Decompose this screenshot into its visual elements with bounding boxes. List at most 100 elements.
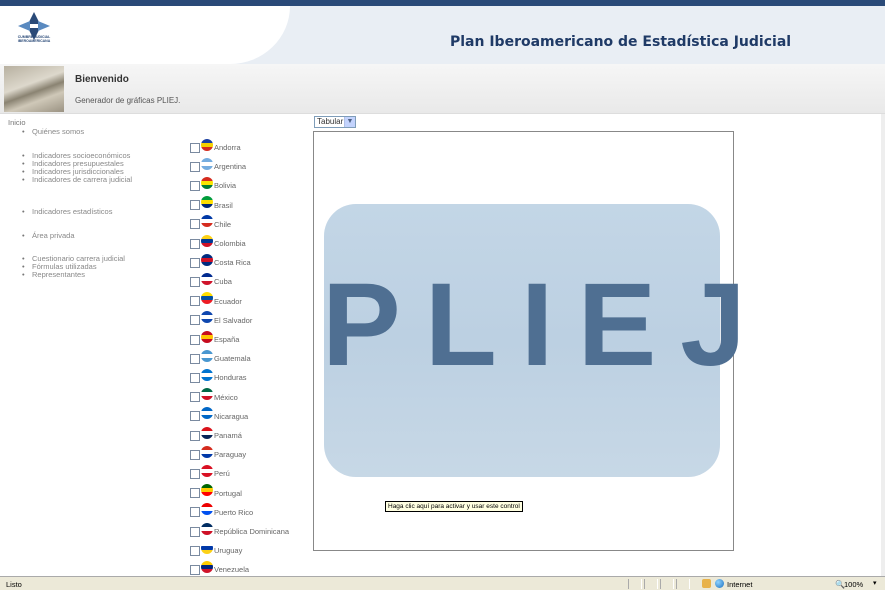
country-name: Paraguay: [214, 450, 247, 460]
flag-icon: [201, 560, 213, 573]
country-checkbox[interactable]: [190, 372, 200, 383]
country-option[interactable]: Cuba: [190, 272, 232, 287]
nav-item[interactable]: Quiénes somos: [22, 128, 84, 137]
country-option[interactable]: República Dominicana: [190, 522, 289, 537]
country-checkbox[interactable]: [190, 488, 200, 499]
country-name: Nicaragua: [214, 411, 249, 421]
nav-item[interactable]: Representantes: [22, 271, 125, 280]
flag-icon: [201, 541, 213, 554]
country-checkbox[interactable]: [190, 564, 200, 575]
country-option[interactable]: Chile: [190, 215, 231, 230]
country-option[interactable]: Costa Rica: [190, 253, 251, 268]
chevron-down-icon[interactable]: ▼: [344, 117, 355, 127]
breadcrumb-home[interactable]: Inicio: [8, 118, 26, 127]
country-option[interactable]: Honduras: [190, 368, 247, 383]
country-option[interactable]: El Salvador: [190, 311, 252, 326]
nav-item[interactable]: Indicadores de carrera judicial: [22, 176, 132, 185]
country-option[interactable]: Nicaragua: [190, 407, 248, 422]
country-option[interactable]: Portugal: [190, 484, 242, 499]
welcome-band: [0, 64, 885, 114]
nav-group-resources: Cuestionario carrera judicial Fórmulas u…: [22, 255, 125, 280]
security-icon[interactable]: [702, 579, 711, 588]
country-checkbox[interactable]: [190, 526, 200, 537]
country-option[interactable]: Perú: [190, 464, 230, 479]
country-option[interactable]: Puerto Rico: [190, 503, 253, 518]
country-checkbox[interactable]: [190, 200, 200, 211]
flag-icon: [201, 292, 213, 305]
country-name: Costa Rica: [214, 258, 251, 268]
country-option[interactable]: Ecuador: [190, 292, 242, 307]
country-checkbox[interactable]: [190, 315, 200, 326]
country-checkbox[interactable]: [190, 219, 200, 230]
country-checkbox[interactable]: [190, 238, 200, 249]
country-option[interactable]: Paraguay: [190, 445, 246, 460]
flag-icon: [201, 234, 213, 247]
country-name: Perú: [214, 469, 230, 479]
pliej-placeholder-text: PLIEJ: [322, 259, 770, 391]
vertical-scrollbar[interactable]: [881, 114, 885, 576]
country-checkbox[interactable]: [190, 142, 200, 153]
country-checkbox[interactable]: [190, 545, 200, 556]
nav-group-indicators: Indicadores socioeconómicos Indicadores …: [22, 152, 132, 185]
country-checkbox[interactable]: [190, 180, 200, 191]
nav-item[interactable]: Área privada: [22, 232, 75, 241]
country-option[interactable]: Panamá: [190, 426, 242, 441]
country-name: Ecuador: [214, 296, 242, 306]
country-checkbox[interactable]: [190, 468, 200, 479]
browser-page: CUMBRE JUDICIAL IBEROAMERICANA Plan Iber…: [0, 0, 885, 590]
flag-icon: [201, 253, 213, 266]
country-checkbox[interactable]: [190, 392, 200, 403]
country-option[interactable]: Bolivia: [190, 176, 236, 191]
globe-icon: [715, 579, 724, 588]
country-checkbox[interactable]: [190, 411, 200, 422]
nav-item[interactable]: Indicadores estadísticos: [22, 208, 112, 217]
view-select-value: Tabular: [317, 117, 344, 126]
view-select[interactable]: Tabular ▼: [314, 116, 356, 128]
country-name: Panamá: [214, 431, 242, 440]
site-title: Plan Iberoamericano de Estadística Judic…: [450, 34, 792, 50]
country-checkbox[interactable]: [190, 507, 200, 518]
country-option[interactable]: Brasil: [190, 196, 233, 211]
country-name: Chile: [214, 219, 232, 229]
country-option[interactable]: Colombia: [190, 234, 246, 249]
flag-icon: [201, 349, 213, 362]
status-text: Listo: [6, 580, 22, 589]
country-name: Bolivia: [214, 181, 237, 191]
country-checkbox[interactable]: [190, 430, 200, 441]
country-option[interactable]: Argentina: [190, 157, 246, 172]
welcome-title: Bienvenido: [75, 74, 129, 85]
country-option[interactable]: Andorra: [190, 138, 241, 153]
flag-icon: [201, 503, 213, 516]
flag-icon: [201, 138, 213, 151]
country-name: Portugal: [214, 488, 242, 498]
country-checkbox[interactable]: [190, 161, 200, 172]
status-cell: [676, 579, 690, 589]
country-checkbox[interactable]: [190, 276, 200, 287]
welcome-subtitle: Generador de gráficas PLIEJ.: [75, 96, 181, 105]
country-option[interactable]: Venezuela: [190, 560, 249, 575]
zoom-dropdown-icon[interactable]: ▾: [873, 579, 877, 587]
country-name: Venezuela: [214, 565, 250, 575]
country-checkbox[interactable]: [190, 449, 200, 460]
country-checkbox[interactable]: [190, 334, 200, 345]
country-name: México: [214, 392, 238, 402]
country-checkbox[interactable]: [190, 353, 200, 364]
country-checkbox[interactable]: [190, 257, 200, 268]
country-option[interactable]: Uruguay: [190, 541, 242, 556]
country-option[interactable]: Guatemala: [190, 349, 251, 364]
country-name: Andorra: [214, 143, 241, 152]
country-name: Uruguay: [214, 546, 243, 556]
country-name: Argentina: [214, 162, 247, 172]
status-bar: Listo Internet 🔍 100% ▾: [0, 576, 885, 590]
flag-icon: [201, 330, 213, 343]
flag-icon: [201, 196, 213, 209]
zoom-level[interactable]: 100%: [844, 580, 863, 589]
country-option[interactable]: México: [190, 388, 238, 403]
security-zone: Internet: [727, 580, 753, 589]
flag-icon: [201, 484, 213, 497]
country-checkbox[interactable]: [190, 296, 200, 307]
status-cell: [660, 579, 674, 589]
country-name: España: [214, 335, 240, 344]
flag-icon: [201, 426, 213, 439]
country-option[interactable]: España: [190, 330, 239, 345]
